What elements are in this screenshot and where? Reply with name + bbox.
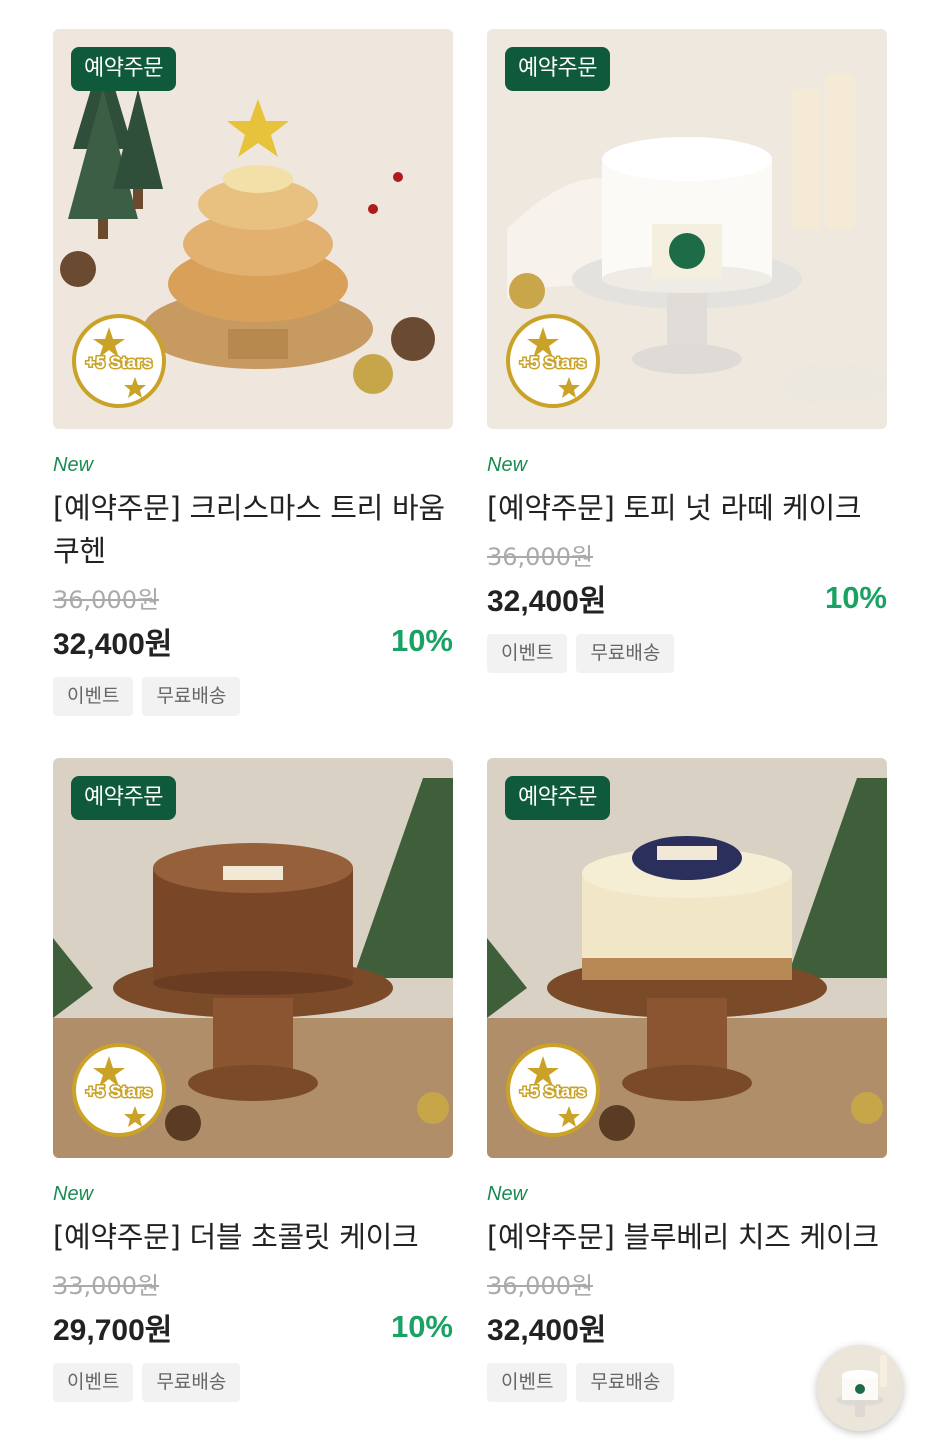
tag-free-shipping: 무료배송	[576, 1363, 675, 1402]
preorder-badge: 예약주문	[71, 47, 176, 91]
plus-5-stars-icon: +5 Stars	[505, 313, 601, 409]
product-image[interactable]: 예약주문 +5 Stars	[487, 29, 887, 429]
tag-list: 이벤트 무료배송	[487, 634, 887, 673]
product-grid: 예약주문 +5 Stars New [예약주문] 크리스마스 트리 바움쿠헨 3…	[53, 29, 887, 1402]
product-card[interactable]: 예약주문 +5 Stars New [예약주문] 크리스마스 트리 바움쿠헨 3…	[53, 29, 453, 716]
svg-text:+5 Stars: +5 Stars	[86, 1082, 153, 1101]
tag-event: 이벤트	[487, 1363, 568, 1402]
product-card[interactable]: 예약주문 +5 Stars New [예약주문] 토피 넛 라떼 케이크 36,…	[487, 29, 887, 716]
tag-event: 이벤트	[53, 677, 134, 716]
product-image[interactable]: 예약주문 +5 Stars	[53, 29, 453, 429]
sale-price: 32,400원	[487, 585, 607, 618]
original-price: 36,000원	[53, 586, 160, 614]
new-label: New	[53, 454, 94, 476]
tag-list: 이벤트 무료배송	[53, 677, 453, 716]
tag-free-shipping: 무료배송	[576, 634, 675, 673]
tag-free-shipping: 무료배송	[142, 677, 241, 716]
tag-event: 이벤트	[487, 634, 568, 673]
new-label: New	[487, 1183, 528, 1205]
price-row: 32,400원	[487, 1305, 887, 1349]
product-card[interactable]: 예약주문 +5 Stars New [예약주문] 더블 초콜릿 케이크 33,0…	[53, 758, 453, 1402]
preorder-badge: 예약주문	[71, 776, 176, 820]
sale-price: 29,700원	[53, 1314, 173, 1347]
original-price: 33,000원	[53, 1272, 160, 1300]
plus-5-stars-icon: +5 Stars	[71, 1042, 167, 1138]
discount-rate: 10%	[390, 1309, 453, 1344]
discount-rate: 10%	[824, 580, 887, 615]
tag-list: 이벤트 무료배송	[53, 1363, 453, 1402]
price-row: 29,700원 10%	[53, 1305, 453, 1349]
tag-free-shipping: 무료배송	[142, 1363, 241, 1402]
price-row: 32,400원 10%	[487, 576, 887, 620]
original-price: 36,000원	[487, 1272, 594, 1300]
product-name[interactable]: [예약주문] 블루베리 치즈 케이크	[487, 1216, 887, 1259]
product-name[interactable]: [예약주문] 토피 넛 라떼 케이크	[487, 487, 887, 530]
recent-item-floating-button[interactable]	[817, 1345, 903, 1431]
tag-event: 이벤트	[53, 1363, 134, 1402]
new-label: New	[487, 454, 528, 476]
plus-5-stars-icon: +5 Stars	[71, 313, 167, 409]
product-name[interactable]: [예약주문] 크리스마스 트리 바움쿠헨	[53, 487, 453, 573]
sale-price: 32,400원	[487, 1314, 607, 1347]
discount-rate: 10%	[390, 623, 453, 658]
svg-text:+5 Stars: +5 Stars	[86, 353, 153, 372]
product-card[interactable]: 예약주문 +5 Stars New [예약주문] 블루베리 치즈 케이크 36,…	[487, 758, 887, 1402]
product-name[interactable]: [예약주문] 더블 초콜릿 케이크	[53, 1216, 453, 1259]
product-image[interactable]: 예약주문 +5 Stars	[487, 758, 887, 1158]
new-label: New	[53, 1183, 94, 1205]
svg-text:+5 Stars: +5 Stars	[520, 353, 587, 372]
sale-price: 32,400원	[53, 628, 173, 661]
preorder-badge: 예약주문	[505, 776, 610, 820]
cake-thumbnail-icon	[817, 1345, 903, 1431]
plus-5-stars-icon: +5 Stars	[505, 1042, 601, 1138]
original-price: 36,000원	[487, 543, 594, 571]
svg-text:+5 Stars: +5 Stars	[520, 1082, 587, 1101]
product-image[interactable]: 예약주문 +5 Stars	[53, 758, 453, 1158]
price-row: 32,400원 10%	[53, 619, 453, 663]
preorder-badge: 예약주문	[505, 47, 610, 91]
